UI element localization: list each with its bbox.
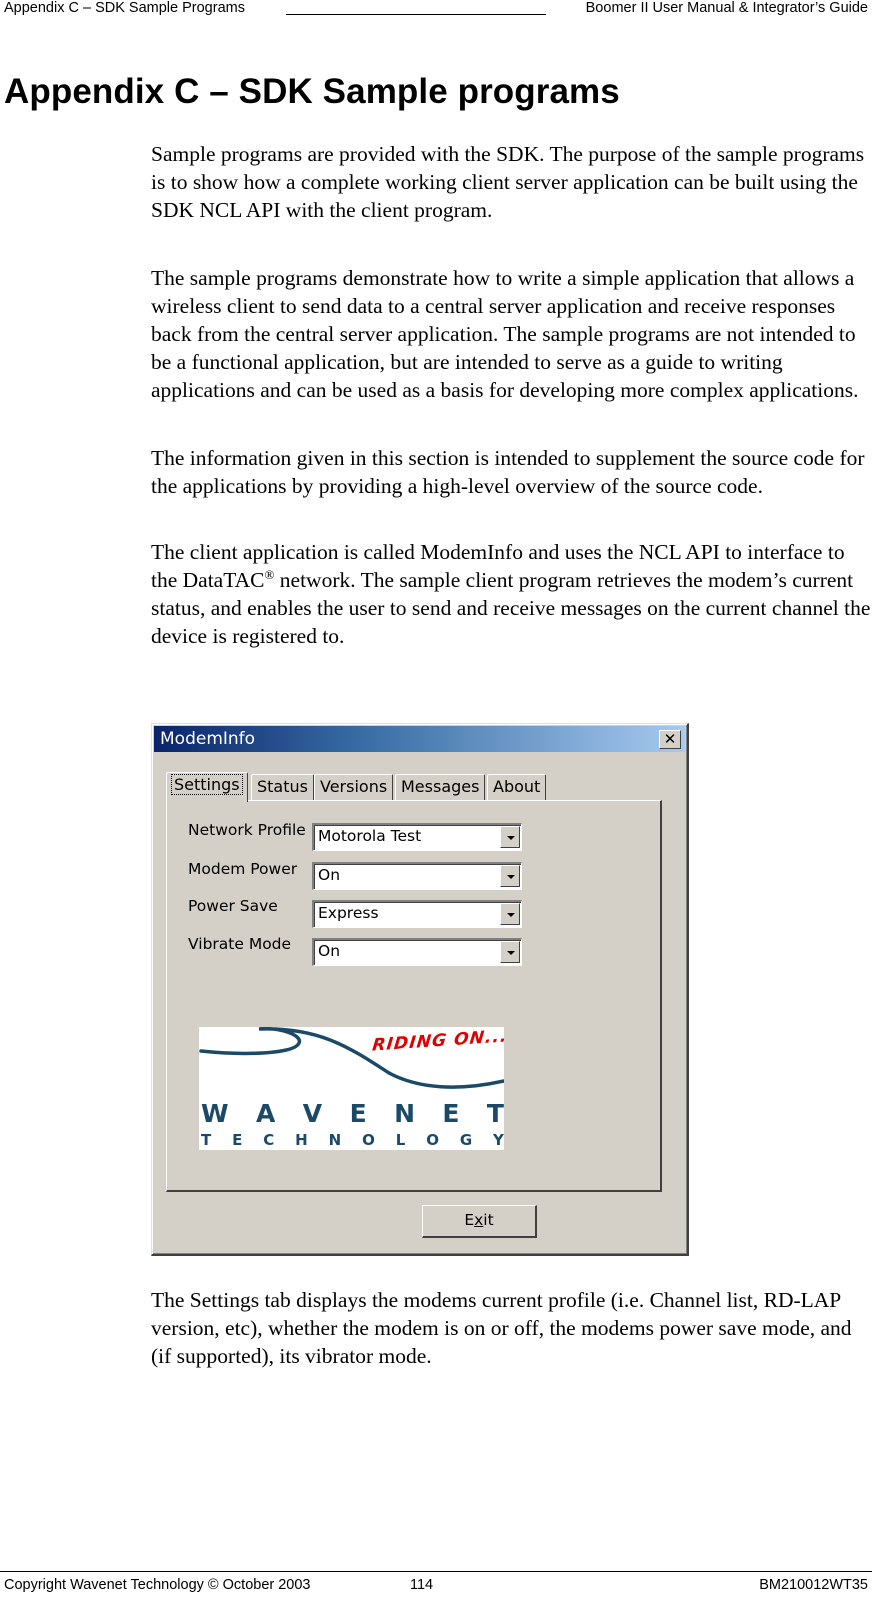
- footer-copyright: Copyright Wavenet Technology © October 2…: [4, 1577, 311, 1593]
- tab-status[interactable]: Status: [251, 774, 314, 800]
- logo-letter: W: [201, 1099, 229, 1128]
- tab-label: Settings: [171, 774, 243, 795]
- footer-rule: [0, 1571, 872, 1572]
- logo-letter: Y: [493, 1131, 504, 1149]
- paragraph-text: Sample programs are provided with the SD…: [151, 142, 865, 222]
- modeminfo-window: ModemInfo ✕ Settings Status Versions Mes…: [151, 723, 689, 1256]
- window-title: ModemInfo: [160, 729, 256, 749]
- vibrate-mode-label: Vibrate Mode: [188, 935, 292, 953]
- document-id: BM210012WT35: [759, 1577, 868, 1593]
- logo-letter: E: [349, 1099, 367, 1128]
- tab-about[interactable]: About: [487, 774, 547, 800]
- vibrate-mode-select[interactable]: On: [312, 938, 522, 966]
- tab-label: Messages: [401, 777, 480, 796]
- logo-letter: L: [395, 1131, 406, 1149]
- paragraph-text: The Settings tab displays the modems cur…: [151, 1288, 852, 1368]
- logo-letter: T: [201, 1131, 212, 1149]
- paragraph-information: The information given in this section is…: [151, 444, 871, 500]
- header-rule: [286, 0, 546, 15]
- tab-settings[interactable]: Settings: [166, 772, 248, 802]
- exit-button[interactable]: Exit: [422, 1205, 537, 1238]
- logo-letter: A: [256, 1099, 276, 1128]
- modem-power-value: On: [318, 866, 341, 884]
- logo-letter: E: [232, 1131, 243, 1149]
- page-title: Appendix C – SDK Sample programs: [4, 72, 620, 111]
- logo-letter: E: [442, 1099, 460, 1128]
- exit-label: it: [483, 1211, 494, 1229]
- paragraph-text: The information given in this section is…: [151, 446, 865, 498]
- power-save-value: Express: [318, 904, 379, 922]
- logo-letter: G: [459, 1131, 473, 1149]
- logo-letter: O: [362, 1131, 375, 1149]
- logo-letter: N: [328, 1131, 342, 1149]
- exit-label: E: [464, 1211, 475, 1229]
- network-profile-value: Motorola Test: [318, 827, 422, 845]
- tab-versions[interactable]: Versions: [314, 774, 394, 800]
- close-icon: ✕: [663, 730, 677, 748]
- paragraph-demonstrate: The sample programs demonstrate how to w…: [151, 264, 871, 404]
- chevron-down-icon[interactable]: [500, 826, 520, 848]
- logo-letter: T: [486, 1099, 504, 1128]
- paragraph-settings-tab: The Settings tab displays the modems cur…: [151, 1286, 871, 1370]
- logo-letter: N: [394, 1099, 415, 1128]
- settings-panel: Network Profile Motorola Test Modem Powe…: [166, 800, 662, 1192]
- modem-power-select[interactable]: On: [312, 862, 522, 890]
- window-titlebar[interactable]: ModemInfo ✕: [154, 726, 685, 752]
- chevron-down-icon[interactable]: [500, 865, 520, 887]
- header-doc-title: Boomer II User Manual & Integrator’s Gui…: [585, 0, 868, 16]
- tab-label: Versions: [320, 777, 388, 796]
- network-profile-select[interactable]: Motorola Test: [312, 823, 522, 851]
- close-button[interactable]: ✕: [659, 730, 681, 749]
- exit-label-accelerator: x: [474, 1211, 484, 1229]
- paragraph-client-app: The client application is called ModemIn…: [151, 538, 871, 650]
- power-save-select[interactable]: Express: [312, 900, 522, 928]
- logo-letter: V: [302, 1099, 323, 1128]
- vibrate-mode-value: On: [318, 942, 341, 960]
- tab-label: About: [493, 777, 541, 796]
- chevron-down-icon[interactable]: [500, 941, 520, 963]
- paragraph-intro: Sample programs are provided with the SD…: [151, 140, 871, 224]
- logo-subtitle: T E C H N O L O G Y: [201, 1131, 504, 1149]
- logo-brand: W A V E N E T: [201, 1099, 504, 1128]
- chevron-down-icon[interactable]: [500, 903, 520, 925]
- power-save-label: Power Save: [188, 897, 278, 915]
- registered-mark: ®: [264, 567, 275, 582]
- header-section-title: Appendix C – SDK Sample Programs: [4, 0, 245, 16]
- paragraph-text: The sample programs demonstrate how to w…: [151, 266, 859, 402]
- logo-letter: H: [295, 1131, 308, 1149]
- page-number: 114: [410, 1577, 434, 1593]
- tab-label: Status: [257, 777, 308, 796]
- page-header: Appendix C – SDK Sample Programs Boomer …: [4, 0, 868, 20]
- wavenet-logo: RIDING ON... W A V E N E T T E C H N O L…: [199, 1027, 504, 1150]
- network-profile-label: Network Profile: [188, 821, 306, 839]
- tab-messages[interactable]: Messages: [395, 774, 486, 800]
- modem-power-label: Modem Power: [188, 860, 298, 878]
- logo-letter: C: [263, 1131, 275, 1149]
- logo-letter: O: [426, 1131, 439, 1149]
